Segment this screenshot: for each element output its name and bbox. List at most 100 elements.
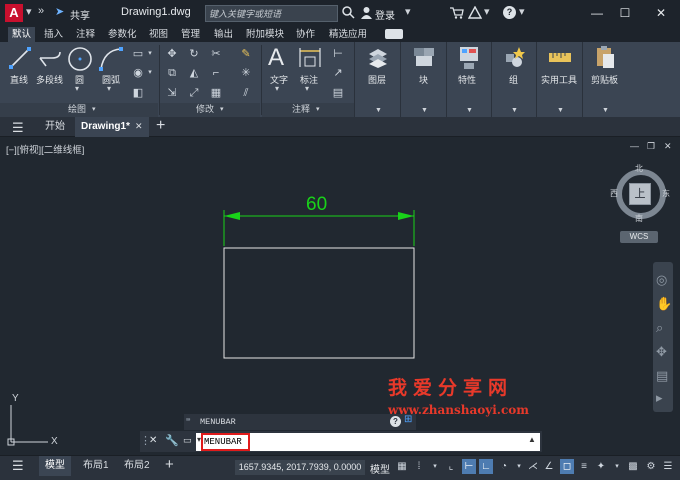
- workspace-icon[interactable]: ⚙: [644, 459, 658, 474]
- close-command-line-icon[interactable]: ✕: [149, 435, 157, 446]
- tab-featured-apps[interactable]: 精选应用: [325, 27, 371, 42]
- chevron-down-icon[interactable]: ▼: [602, 107, 609, 114]
- chevron-down-icon[interactable]: ▼: [511, 107, 518, 114]
- viewcube[interactable]: 上 北 南 东 西: [610, 163, 672, 225]
- tab-start[interactable]: 开始: [39, 117, 71, 137]
- chevron-down-icon[interactable]: ▾: [428, 459, 442, 474]
- move-tool-icon[interactable]: ✥: [164, 47, 180, 61]
- model-space-toggle[interactable]: 模型: [370, 461, 390, 476]
- command-recent-icon[interactable]: ▲: [528, 435, 536, 444]
- tab-manage[interactable]: 管理: [177, 27, 204, 42]
- rotate-tool-icon[interactable]: ↻: [186, 47, 202, 61]
- dynamic-input-icon[interactable]: ⊢: [462, 459, 476, 474]
- explode-tool-icon[interactable]: ✳: [238, 66, 254, 80]
- quick-access-expand-icon[interactable]: »: [38, 5, 44, 17]
- menu-icon[interactable]: ☰: [12, 120, 24, 136]
- annotation-scale-icon[interactable]: ✦: [594, 459, 608, 474]
- chevron-down-icon[interactable]: ▼: [557, 107, 564, 114]
- compass-south[interactable]: 南: [635, 213, 643, 224]
- properties-panel[interactable]: 特性 ▼: [446, 42, 491, 117]
- dimension-tool-icon[interactable]: [298, 47, 322, 69]
- chevron-down-icon[interactable]: ▾: [26, 5, 32, 18]
- offset-tool-icon[interactable]: ⫽: [238, 86, 254, 100]
- menu-icon[interactable]: ☰: [12, 458, 24, 474]
- viewcube-top-face[interactable]: 上: [629, 183, 651, 205]
- orbit-icon[interactable]: ✥: [656, 344, 667, 360]
- mirror-tool-icon[interactable]: ◭: [186, 66, 202, 80]
- array-tool-icon[interactable]: ▦: [208, 86, 224, 100]
- share-label[interactable]: 共享: [70, 7, 90, 22]
- scale-tool-icon[interactable]: ⤢: [186, 86, 202, 100]
- object-snap-icon[interactable]: ◻: [560, 459, 574, 474]
- chevron-down-icon[interactable]: ▼: [466, 107, 473, 114]
- leader-icon[interactable]: ↗: [330, 66, 346, 80]
- connect-icon[interactable]: [468, 6, 482, 20]
- steering-wheel-icon[interactable]: ◎: [656, 272, 667, 288]
- fillet-tool-icon[interactable]: ⌐: [208, 66, 224, 80]
- coordinates-display[interactable]: 1657.9345, 2017.7939, 0.0000: [235, 460, 365, 475]
- chevron-down-icon[interactable]: ▼: [421, 107, 428, 114]
- grid-icon[interactable]: ▦: [395, 459, 409, 474]
- chevron-down-icon[interactable]: ▾: [275, 84, 279, 93]
- chevron-down-icon[interactable]: ▾: [220, 105, 224, 113]
- share-icon[interactable]: ➤: [55, 5, 64, 18]
- close-button[interactable]: ✕: [652, 4, 670, 22]
- chevron-down-icon[interactable]: ▾: [142, 66, 158, 80]
- circle-tool-icon[interactable]: [67, 46, 93, 72]
- draw-panel-title[interactable]: 绘图: [68, 102, 86, 115]
- text-tool-icon[interactable]: A: [268, 44, 284, 72]
- chevron-down-icon[interactable]: ▾: [316, 105, 320, 113]
- help-icon[interactable]: ?: [390, 416, 401, 427]
- line-tool-label[interactable]: 直线: [10, 73, 28, 86]
- polyline-tool-icon[interactable]: [38, 46, 64, 70]
- region-tool-icon[interactable]: ◧: [130, 86, 146, 100]
- chevron-down-icon[interactable]: ▾: [107, 84, 111, 93]
- linear-dimension-icon[interactable]: ⊢: [330, 47, 346, 61]
- cart-icon[interactable]: [450, 7, 464, 19]
- minimize-button[interactable]: —: [588, 4, 606, 22]
- infer-constraints-icon[interactable]: ⌞: [444, 459, 458, 474]
- tab-layout2[interactable]: 布局2: [118, 456, 156, 476]
- utilities-panel[interactable]: 实用工具 ▼: [536, 42, 582, 117]
- chevron-down-icon[interactable]: ▾: [610, 459, 624, 474]
- tab-annotate[interactable]: 注释: [72, 27, 99, 42]
- compass-east[interactable]: 东: [662, 188, 670, 199]
- stretch-tool-icon[interactable]: ⇲: [164, 86, 180, 100]
- isometric-drafting-icon[interactable]: ⋌: [526, 459, 540, 474]
- search-box[interactable]: [205, 5, 338, 22]
- chevron-down-icon[interactable]: ▾: [512, 459, 526, 474]
- tab-home[interactable]: 默认: [8, 27, 36, 42]
- block-panel[interactable]: 块 ▼: [400, 42, 446, 117]
- modify-panel-title[interactable]: 修改: [196, 102, 214, 115]
- ortho-icon[interactable]: ∟: [479, 459, 493, 474]
- help-icon[interactable]: ?: [503, 6, 516, 19]
- object-snap-tracking-icon[interactable]: ∠: [542, 459, 556, 474]
- login-link[interactable]: 登录: [375, 7, 395, 22]
- nav-bar-options-icon[interactable]: ▸: [656, 390, 663, 406]
- close-tab-icon[interactable]: ✕: [135, 121, 143, 132]
- command-prompt-icon[interactable]: ▭: [183, 435, 192, 446]
- pan-icon[interactable]: ✋: [656, 296, 672, 312]
- chevron-down-icon[interactable]: ▾: [484, 5, 490, 18]
- compass-north[interactable]: 北: [635, 163, 643, 174]
- maximize-button[interactable]: ☐: [616, 4, 634, 22]
- chevron-down-icon[interactable]: ▾: [75, 84, 79, 93]
- line-tool-icon[interactable]: [8, 46, 32, 70]
- lineweight-icon[interactable]: ≡: [577, 459, 591, 474]
- add-layout-button[interactable]: +: [165, 456, 174, 473]
- showmotion-icon[interactable]: ▤: [656, 368, 668, 384]
- layers-panel[interactable]: 图层 ▼: [354, 42, 400, 117]
- tab-collaborate[interactable]: 协作: [292, 27, 319, 42]
- erase-tool-icon[interactable]: ✎: [238, 47, 254, 61]
- clipboard-panel[interactable]: 剪贴板 ▼: [582, 42, 627, 117]
- chevron-down-icon[interactable]: ▾: [405, 5, 411, 18]
- wcs-menu-button[interactable]: WCS: [620, 231, 658, 243]
- ribbon-minimize-toggle-icon[interactable]: [385, 29, 403, 39]
- tab-layout1[interactable]: 布局1: [77, 456, 115, 476]
- transparency-icon[interactable]: ▩: [626, 459, 640, 474]
- new-tab-button[interactable]: +: [156, 117, 165, 135]
- autocad-logo-button[interactable]: A: [5, 4, 23, 22]
- command-search-icon[interactable]: ⊞: [404, 414, 412, 425]
- chevron-down-icon[interactable]: ▾: [92, 105, 96, 113]
- polar-tracking-icon[interactable]: ◔: [497, 459, 511, 474]
